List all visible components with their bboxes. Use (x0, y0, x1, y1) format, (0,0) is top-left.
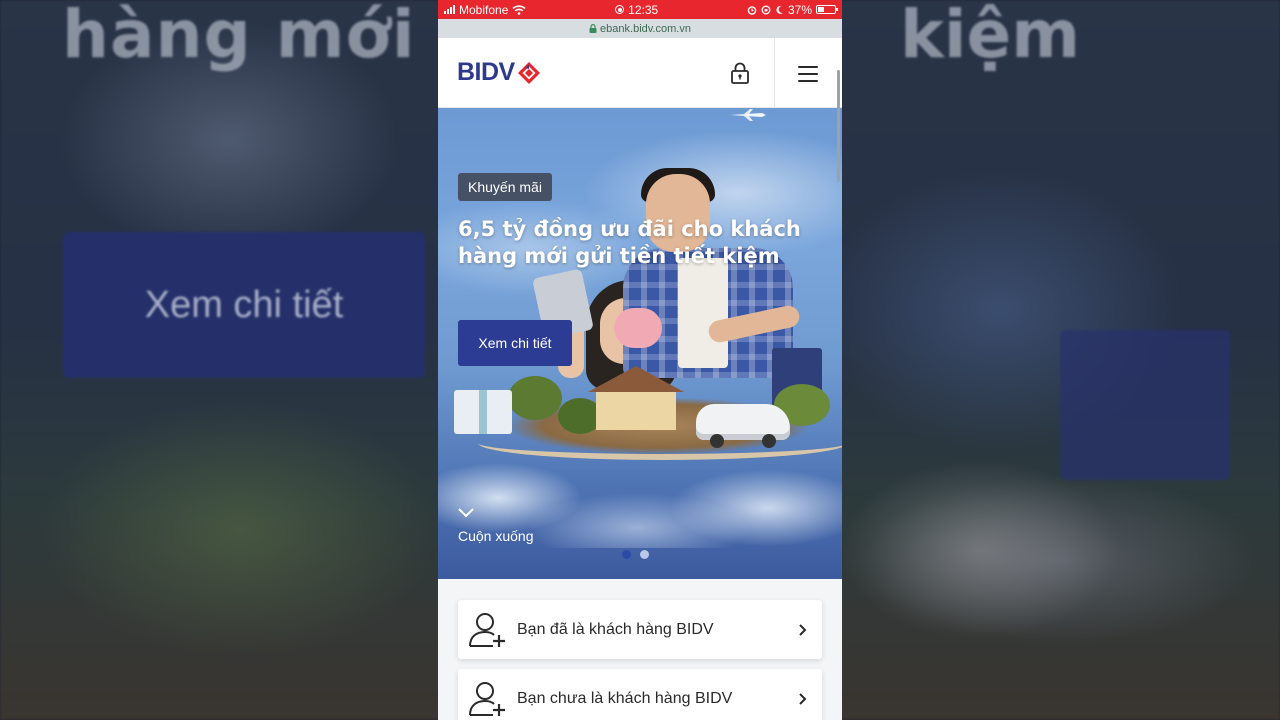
carousel-dot[interactable] (622, 550, 631, 559)
new-customer-label: Bạn chưa là khách hàng BIDV (517, 689, 733, 707)
lock-icon[interactable] (730, 62, 750, 84)
airplane-icon (730, 109, 766, 121)
signal-icon (444, 5, 455, 14)
url-text: ebank.bidv.com.vn (600, 22, 691, 35)
page-scrollbar[interactable] (837, 70, 840, 182)
background-button: Xem chi tiết (63, 232, 425, 378)
status-bar-left: Mobifone (444, 3, 526, 17)
status-bar: Mobifone 12:35 37% (438, 0, 842, 19)
status-bar-center: 12:35 (615, 3, 658, 17)
rotation-lock-icon (761, 5, 771, 14)
user-add-icon (469, 681, 505, 716)
wifi-icon (512, 4, 526, 15)
chevron-right-icon (799, 692, 807, 705)
background-title-right: kiệm (900, 0, 1081, 73)
hamburger-menu-icon[interactable] (798, 66, 818, 87)
background-book-blur (1060, 330, 1230, 480)
existing-customer-label: Bạn đã là khách hàng BIDV (517, 620, 714, 638)
header-divider (774, 38, 775, 107)
status-bar-right: 37% (747, 2, 838, 17)
battery-percent: 37% (787, 2, 812, 17)
chevron-down-icon (458, 508, 474, 518)
scroll-down-link[interactable]: Cuộn xuống (458, 503, 534, 544)
screen-recording-icon (615, 5, 625, 14)
scroll-down-label: Cuộn xuống (458, 528, 534, 544)
chevron-right-icon (799, 623, 807, 636)
url-bar[interactable]: ebank.bidv.com.vn (438, 19, 842, 38)
moon-icon (776, 5, 783, 14)
gift-box-image (454, 390, 512, 434)
carrier-name: Mobifone (459, 2, 509, 17)
background-car-blur (840, 460, 1120, 640)
background-title-left: hàng mới g (62, 0, 488, 73)
customer-options: Bạn đã là khách hàng BIDV Bạn chưa là kh… (438, 579, 842, 720)
car-image (696, 404, 790, 448)
piggy-bank-image (614, 308, 662, 348)
alarm-icon (747, 5, 757, 15)
carousel-dots (622, 550, 649, 559)
clock: 12:35 (628, 2, 659, 17)
background-island-blur (40, 400, 440, 660)
tree-image (508, 376, 562, 420)
carousel-dot-active[interactable] (640, 550, 649, 559)
phone-screen: Mobifone 12:35 37% ebank.bidv.com.vn BID… (438, 0, 842, 720)
promo-badge: Khuyến mãi (458, 173, 552, 201)
hero-banner: Khuyến mãi 6,5 tỷ đồng ưu đãi cho khách … (438, 108, 842, 580)
new-customer-card[interactable]: Bạn chưa là khách hàng BIDV (458, 669, 822, 720)
view-details-button[interactable]: Xem chi tiết (458, 320, 572, 366)
user-add-icon (469, 612, 505, 647)
logo-text: BIDV (457, 58, 515, 86)
site-header: BIDV (438, 38, 842, 108)
existing-customer-card[interactable]: Bạn đã là khách hàng BIDV (458, 600, 822, 659)
battery-icon (816, 5, 838, 14)
house-image (588, 366, 684, 430)
hero-title: 6,5 tỷ đồng ưu đãi cho khách hàng mới gử… (458, 217, 801, 268)
man-tshirt (678, 258, 728, 368)
bidv-diamond-icon (517, 61, 540, 84)
bidv-logo[interactable]: BIDV (457, 58, 541, 87)
lock-icon (589, 24, 597, 33)
